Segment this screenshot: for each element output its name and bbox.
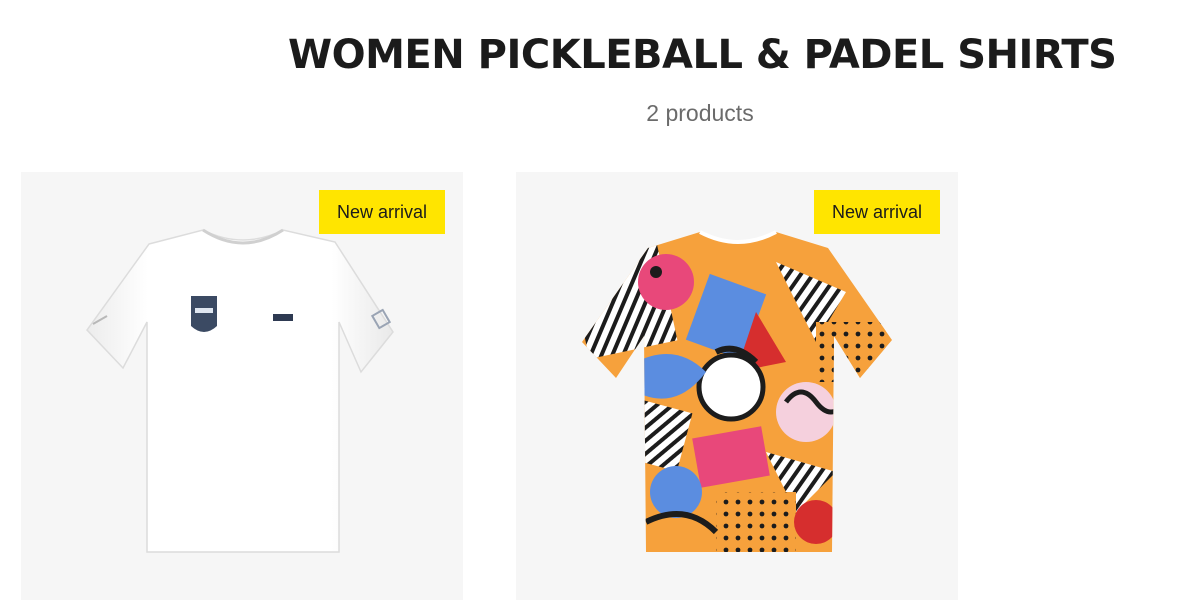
new-arrival-badge: New arrival [813, 190, 940, 234]
new-arrival-badge: New arrival [318, 190, 445, 234]
product-count: 2 products [646, 100, 754, 126]
collection-page: WOMEN PICKLEBALL & PADEL SHIRTS 2 produc… [0, 0, 1200, 600]
shield-logo-icon [191, 296, 217, 332]
page-title: WOMEN PICKLEBALL & PADEL SHIRTS [288, 32, 1117, 78]
product-image-pattern-shirt[interactable] [516, 172, 958, 600]
product-card-pattern-shirt[interactable]: New arrival [516, 172, 958, 600]
product-card-white-shirt[interactable]: New arrival [21, 172, 463, 600]
product-image-white-shirt[interactable] [21, 172, 463, 600]
